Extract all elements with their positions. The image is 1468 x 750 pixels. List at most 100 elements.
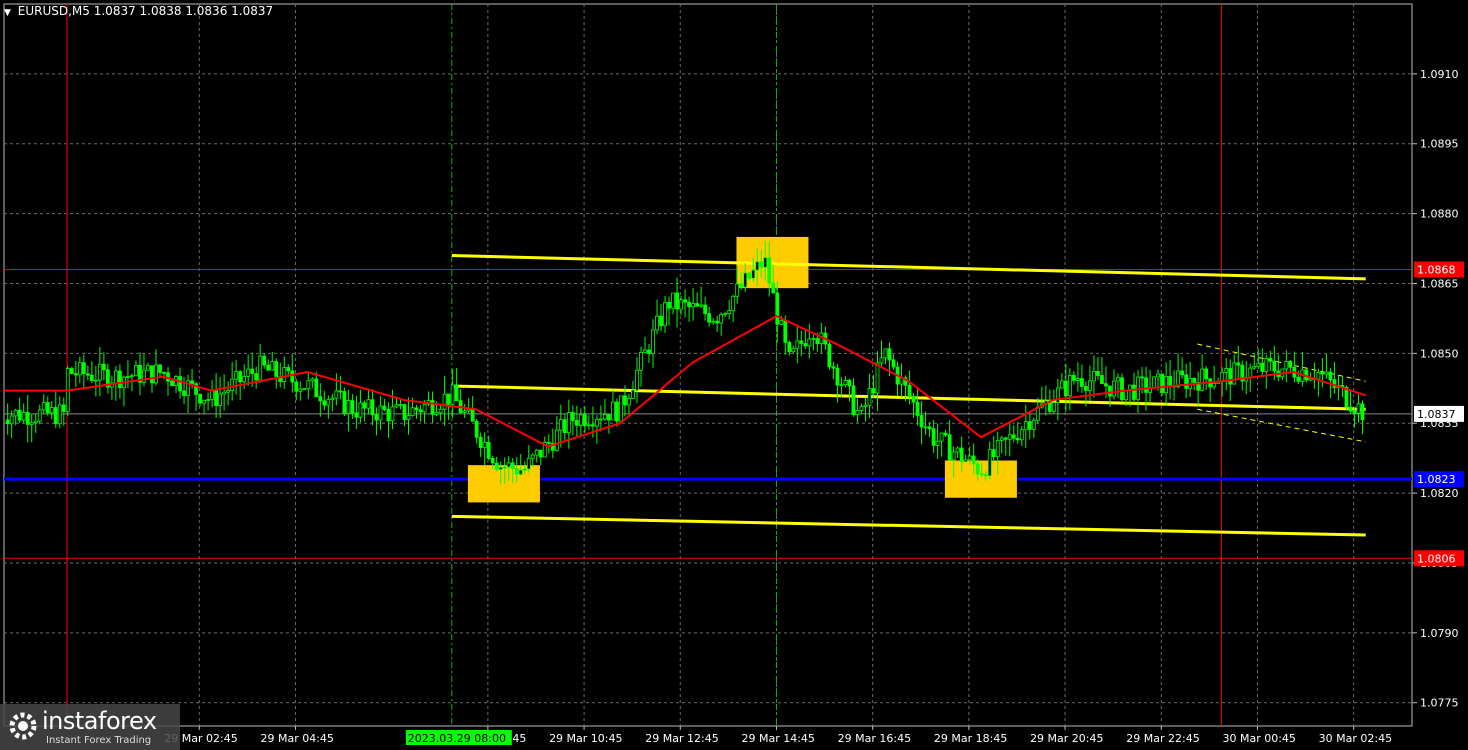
candle-body [771, 282, 776, 294]
candle-body [739, 283, 744, 288]
candle-body [1051, 402, 1056, 412]
candle-body [518, 469, 523, 475]
candle-body [1027, 421, 1032, 430]
candle-body [582, 414, 587, 426]
candle-body [1360, 403, 1365, 421]
candle-body [1164, 376, 1168, 394]
candle-body [851, 385, 856, 416]
candle-body [863, 404, 868, 407]
candle-body [558, 419, 563, 431]
candle-body [61, 404, 66, 412]
candle-body [286, 367, 291, 372]
candle-body [366, 399, 371, 409]
candle-body [727, 310, 732, 314]
candle-body [871, 388, 876, 394]
candle-body [595, 419, 599, 427]
candle-body [402, 404, 407, 420]
candle-body [783, 320, 788, 343]
candle-body [1324, 371, 1329, 375]
candle-body [959, 447, 964, 463]
candle-body [1096, 371, 1100, 376]
price-label: 1.0868 [1417, 264, 1456, 277]
candle-body [101, 363, 106, 371]
y-tick-label: 1.0850 [1420, 347, 1459, 360]
candle-body [238, 371, 243, 383]
candle-body [574, 420, 579, 426]
candle-body [983, 474, 988, 477]
candle-body [498, 466, 503, 470]
candle-body [242, 375, 247, 383]
candle-body [603, 414, 607, 420]
candle-body [923, 426, 928, 429]
candle-body [687, 301, 691, 308]
candle-body [434, 412, 439, 415]
brand-name: instaforex [42, 707, 157, 735]
signal-box [944, 460, 1017, 498]
candle-body [5, 419, 10, 425]
candle-body [671, 292, 675, 309]
candle-body [911, 396, 916, 403]
candle-body [639, 351, 643, 371]
candle-body [17, 409, 22, 421]
candle-body [1116, 377, 1120, 382]
candle-body [330, 397, 335, 401]
candle-body [979, 473, 984, 476]
candle-body [1232, 362, 1237, 385]
candle-body [93, 379, 98, 382]
candle-body [346, 400, 351, 414]
price-label: 1.0806 [1417, 552, 1456, 565]
candle-body [486, 441, 491, 459]
candle-body [803, 343, 808, 347]
candle-body [1356, 403, 1361, 414]
candle-body [883, 348, 888, 359]
candle-body [1132, 384, 1136, 400]
candle-body [234, 371, 239, 380]
candle-body [1328, 371, 1333, 381]
candle-body [57, 404, 62, 425]
candle-body [1180, 370, 1185, 376]
candle-body [1252, 366, 1257, 369]
candle-body [751, 269, 756, 279]
candle-body [939, 432, 944, 442]
candle-body [651, 329, 655, 354]
candle-body [1076, 378, 1080, 381]
candle-body [294, 381, 299, 392]
candle-body [37, 409, 42, 422]
candle-body [450, 384, 455, 405]
candle-body [951, 451, 956, 461]
candle-body [326, 399, 331, 406]
candle-body [1160, 373, 1164, 394]
candle-body [414, 407, 419, 411]
candle-body [562, 419, 567, 433]
candle-body [891, 359, 896, 368]
candle-body [162, 372, 166, 374]
candle-body [134, 364, 138, 377]
collapse-triangle-icon[interactable]: ▼ [4, 8, 11, 18]
candle-body [1003, 437, 1008, 440]
candle-body [1224, 368, 1229, 373]
candle-body [97, 363, 102, 381]
trend-line [451, 254, 1366, 281]
candle-body [298, 388, 303, 392]
candle-body [266, 364, 271, 371]
candle-body [478, 436, 483, 448]
chart-canvas[interactable]: 1.09101.08951.08801.08651.08501.08351.08… [0, 0, 1468, 750]
candle-body [1144, 377, 1148, 393]
candle-body [915, 401, 920, 416]
x-tick-label: 29 Mar 10:45 [549, 732, 622, 745]
candle-body [619, 395, 623, 422]
candle-body [675, 292, 679, 310]
candle-body [1031, 419, 1036, 430]
candle-body [759, 261, 764, 268]
candle-body [1059, 380, 1064, 389]
candle-body [226, 390, 231, 393]
candle-body [474, 420, 479, 438]
candle-body [1288, 360, 1293, 368]
candle-body [1352, 410, 1357, 414]
candle-body [1228, 368, 1233, 385]
candle-body [546, 441, 551, 444]
candle-body [719, 313, 724, 324]
candle-body [394, 404, 399, 408]
chart-header: ▼ EURUSD,M5 1.0837 1.0838 1.0836 1.0837 [4, 4, 273, 18]
candle-body [342, 391, 347, 414]
